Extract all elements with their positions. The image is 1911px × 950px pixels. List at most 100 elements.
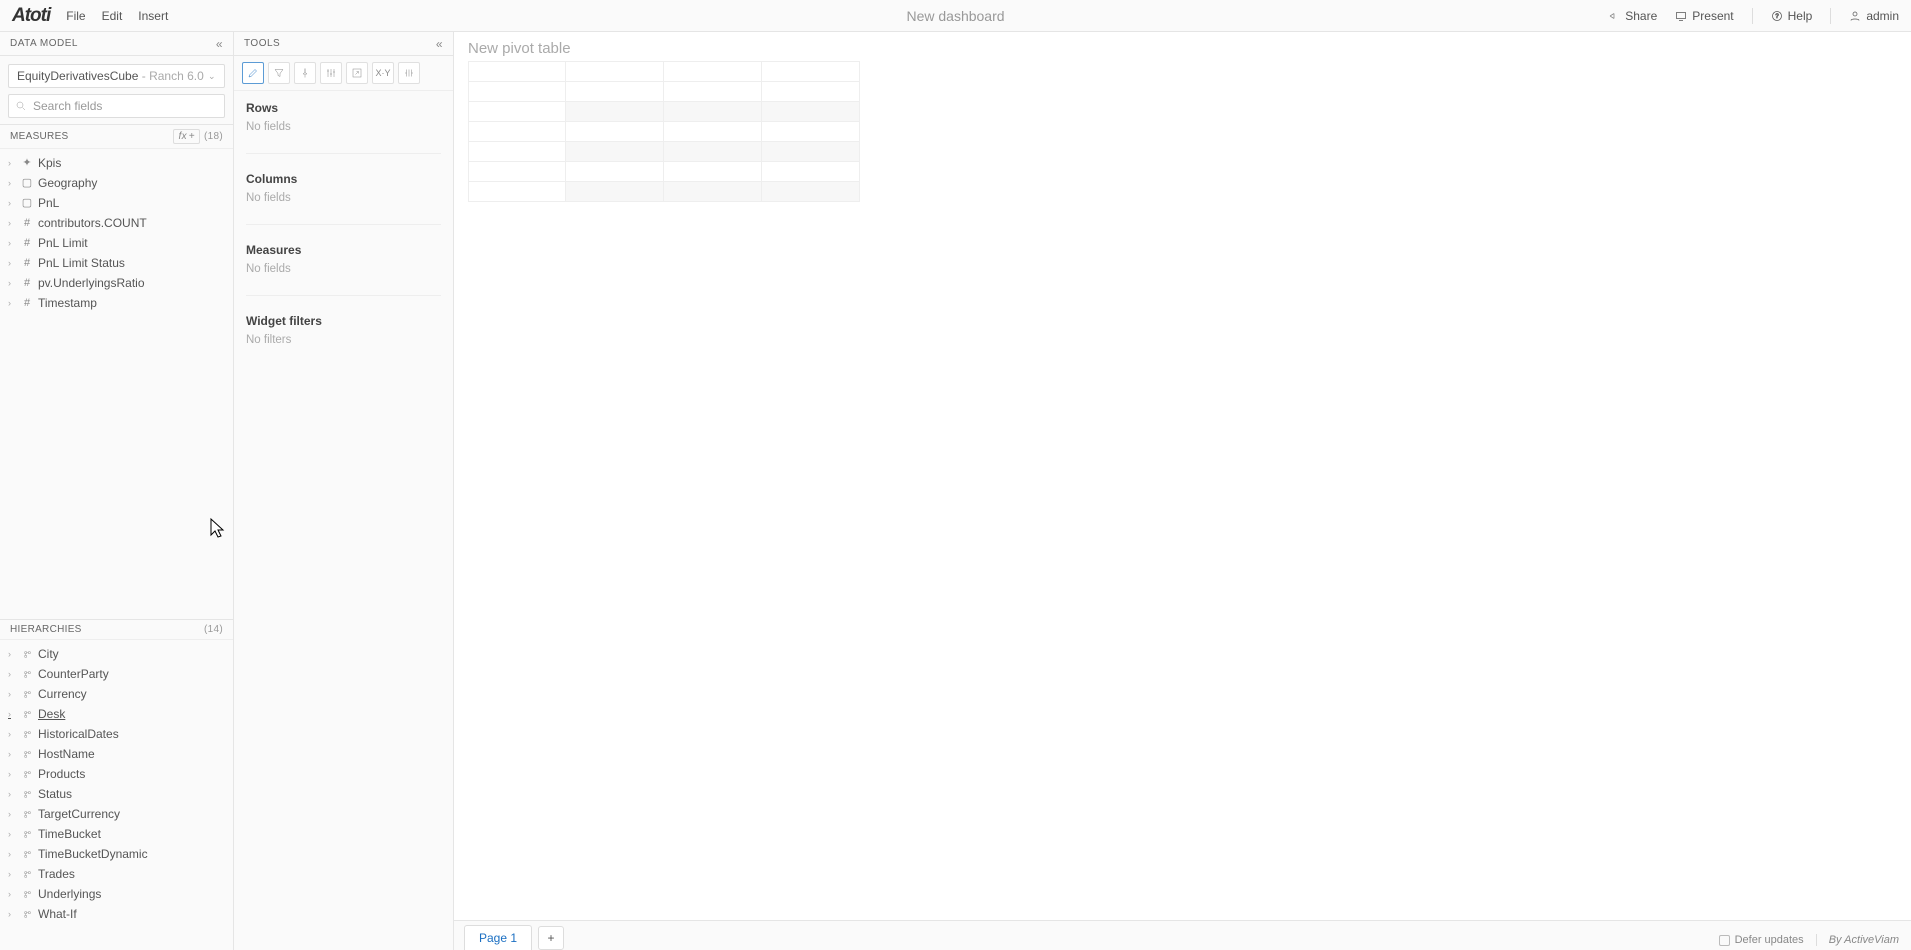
hierarchy-item[interactable]: ›HostName [0, 744, 233, 764]
menu-edit[interactable]: Edit [102, 9, 123, 23]
caret-icon: › [8, 786, 16, 802]
cube-version: - Ranch 6.0 [142, 69, 204, 83]
columns-tool-icon[interactable] [398, 62, 420, 84]
hierarchy-item[interactable]: ›Underlyings [0, 884, 233, 904]
fx-label: fx [178, 131, 186, 142]
dropzone-title: Widget filters [246, 314, 441, 328]
hierarchies-section-label: HIERARCHIES [10, 624, 82, 635]
hierarchy-icon [21, 889, 33, 900]
caret-icon: › [8, 866, 16, 882]
hierarchy-item[interactable]: ›Trades [0, 864, 233, 884]
hash-icon: # [21, 235, 33, 251]
caret-icon: › [8, 155, 16, 171]
folder-icon: ▢ [21, 195, 33, 211]
measure-item[interactable]: ›▢PnL [0, 193, 233, 213]
measure-item[interactable]: ›#pv.UnderlyingsRatio [0, 273, 233, 293]
hierarchy-icon [21, 909, 33, 920]
collapse-tools-button[interactable]: « [436, 37, 443, 51]
hierarchy-item[interactable]: ›Currency [0, 684, 233, 704]
present-label: Present [1692, 9, 1733, 23]
data-model-header-label: DATA MODEL [10, 38, 78, 49]
search-fields-input[interactable] [33, 99, 218, 113]
caret-icon: › [8, 906, 16, 922]
caret-icon: › [8, 706, 16, 722]
measures-section-header: MEASURES fx + (18) [0, 124, 233, 149]
columns-icon [403, 67, 415, 79]
hierarchy-icon [21, 789, 33, 800]
expand-tool-icon[interactable] [346, 62, 368, 84]
add-calculated-measure-button[interactable]: fx + [173, 129, 200, 144]
hierarchy-item[interactable]: › TargetCurrency [0, 804, 233, 824]
dropzone-empty-text: No fields [246, 121, 441, 133]
hierarchy-item[interactable]: ›TimeBucketDynamic [0, 844, 233, 864]
hierarchy-item[interactable]: ›HistoricalDates [0, 724, 233, 744]
defer-updates-toggle[interactable]: Defer updates [1707, 934, 1804, 946]
hierarchy-item[interactable]: ›City [0, 644, 233, 664]
add-page-button[interactable]: + [538, 926, 564, 950]
hierarchy-item[interactable]: ›CounterParty [0, 664, 233, 684]
hierarchy-item[interactable]: ›TimeBucket [0, 824, 233, 844]
search-fields-box[interactable] [8, 94, 225, 118]
measure-item[interactable]: ›✦Kpis [0, 153, 233, 173]
hierarchy-label: TimeBucket [38, 826, 101, 842]
menu-file[interactable]: File [66, 9, 85, 23]
hierarchies-count: (14) [204, 624, 223, 635]
hierarchy-item[interactable]: ›Products [0, 764, 233, 784]
measure-label: pv.UnderlyingsRatio [38, 275, 145, 291]
pin-tool-icon[interactable] [294, 62, 316, 84]
logo: Atoti [12, 5, 50, 27]
user-menu[interactable]: admin [1849, 9, 1899, 23]
measure-item[interactable]: ›#PnL Limit [0, 233, 233, 253]
filter-tool-icon[interactable] [268, 62, 290, 84]
hierarchy-item[interactable]: ›Desk [0, 704, 233, 724]
measure-item[interactable]: ›#PnL Limit Status [0, 253, 233, 273]
measures-section-label: MEASURES [10, 131, 69, 142]
settings-tool-icon[interactable] [320, 62, 342, 84]
help-button[interactable]: ? Help [1771, 9, 1813, 23]
dropzone-measures[interactable]: MeasuresNo fields [234, 233, 453, 287]
dropzone-columns[interactable]: ColumnsNo fields [234, 162, 453, 216]
menu-insert[interactable]: Insert [138, 9, 168, 23]
hierarchy-icon [21, 829, 33, 840]
measure-item[interactable]: ›#contributors.COUNT [0, 213, 233, 233]
collapse-data-model-button[interactable]: « [216, 37, 223, 51]
xy-tool-icon[interactable]: X·Y [372, 62, 394, 84]
tools-panel: TOOLS « X·Y [234, 32, 454, 950]
hash-icon: # [21, 215, 33, 231]
caret-icon: › [8, 806, 16, 822]
funnel-icon [273, 67, 285, 79]
page-tab-1[interactable]: Page 1 [464, 925, 532, 950]
hierarchy-icon [21, 729, 33, 740]
dropzone-divider [246, 224, 441, 225]
caret-icon: › [8, 886, 16, 902]
pivot-table-placeholder[interactable] [468, 61, 1897, 202]
topbar: Atoti File Edit Insert New dashboard Sha… [0, 0, 1911, 32]
share-button[interactable]: Share [1608, 9, 1657, 23]
cube-selector[interactable]: EquityDerivativesCube - Ranch 6.0 ⌄ [8, 64, 225, 88]
caret-icon: › [8, 295, 16, 311]
caret-icon: › [8, 766, 16, 782]
hierarchy-item[interactable]: ›What-If [0, 904, 233, 924]
tool-icon-row: X·Y [234, 56, 453, 91]
dropzone-widget-filters[interactable]: Widget filtersNo filters [234, 304, 453, 358]
data-model-header: DATA MODEL « [0, 32, 233, 56]
canvas-body[interactable]: New pivot table [454, 32, 1911, 920]
dropzone-empty-text: No fields [246, 192, 441, 204]
hierarchy-icon [21, 709, 33, 720]
measure-label: Kpis [38, 155, 61, 171]
edit-tool-icon[interactable] [242, 62, 264, 84]
dropzone-rows[interactable]: Rows No fields [234, 91, 453, 145]
sliders-icon [325, 67, 337, 79]
present-button[interactable]: Present [1675, 9, 1733, 23]
caret-icon: › [8, 746, 16, 762]
dashboard-title[interactable]: New dashboard [906, 8, 1004, 24]
hierarchy-item[interactable]: ›Status [0, 784, 233, 804]
widget-title[interactable]: New pivot table [468, 40, 1897, 57]
hierarchy-label: TargetCurrency [38, 806, 120, 822]
measure-item[interactable]: ›▢Geography [0, 173, 233, 193]
measure-item[interactable]: ›#Timestamp [0, 293, 233, 313]
measure-label: Geography [38, 175, 97, 191]
hierarchy-icon [21, 669, 33, 680]
hierarchy-icon [21, 689, 33, 700]
dropzone-title: Rows [246, 101, 441, 115]
